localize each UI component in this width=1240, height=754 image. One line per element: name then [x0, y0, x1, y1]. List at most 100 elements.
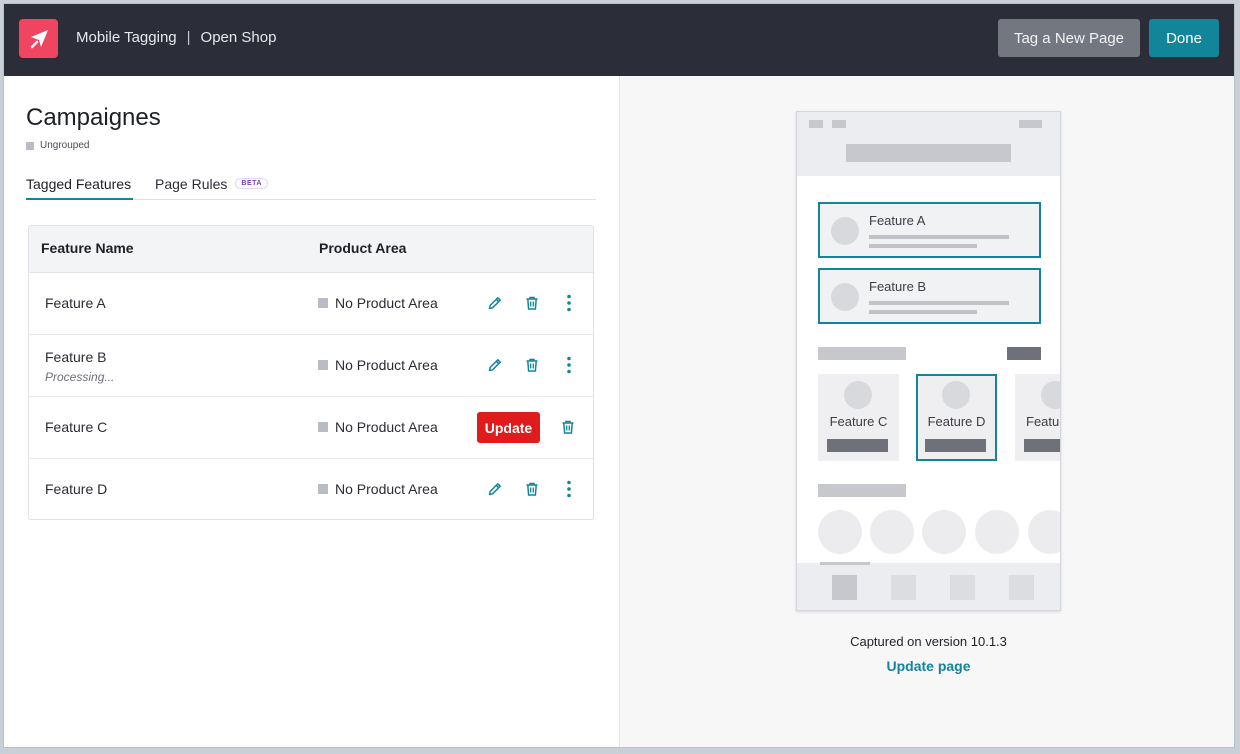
- more-options-icon[interactable]: [559, 355, 579, 375]
- preview-line-placeholder: [869, 235, 1009, 239]
- update-feature-button[interactable]: Update: [477, 412, 540, 443]
- feature-status: Processing...: [45, 370, 115, 384]
- feature-name: Feature D: [45, 481, 108, 497]
- group-label: Ungrouped: [26, 140, 89, 151]
- preview-tile-label: Featu: [1026, 414, 1060, 429]
- preview-circle-placeholder: [975, 510, 1019, 554]
- logo-icon: [30, 29, 48, 48]
- preview-nav-icon: [891, 575, 916, 600]
- column-header-product-area: Product Area: [319, 240, 407, 256]
- table-row: Feature C No Product Area Update: [29, 397, 593, 459]
- more-options-icon[interactable]: [559, 479, 579, 499]
- preview-title-placeholder: [846, 144, 1011, 162]
- product-area: No Product Area: [318, 481, 438, 497]
- edit-icon[interactable]: [485, 355, 505, 375]
- preview-placeholder: [1019, 120, 1042, 128]
- breadcrumb: Mobile Tagging | Open Shop: [76, 29, 276, 46]
- table-row: Feature D No Product Area: [29, 459, 593, 519]
- preview-tile-label: Feature C: [829, 414, 888, 429]
- tab-tagged-features[interactable]: Tagged Features: [26, 176, 134, 200]
- preview-line-placeholder: [869, 244, 977, 248]
- update-page-link[interactable]: Update page: [620, 658, 1234, 674]
- preview-circle-placeholder: [870, 510, 914, 554]
- breadcrumb-app-name: Mobile Tagging: [76, 29, 177, 46]
- preview-button-placeholder: [925, 439, 986, 452]
- product-area-label: No Product Area: [335, 295, 438, 311]
- product-area-label: No Product Area: [335, 419, 438, 435]
- preview-card-label: Feature B: [869, 279, 927, 294]
- group-color-swatch: [26, 141, 34, 150]
- preview-placeholder: [832, 120, 846, 128]
- product-area: No Product Area: [318, 357, 438, 373]
- preview-circle-placeholder: [818, 510, 862, 554]
- features-panel: Campaignes Ungrouped Tagged Features Pag…: [4, 76, 619, 747]
- preview-placeholder: [809, 120, 823, 128]
- preview-tab-bar: [797, 562, 1060, 610]
- preview-feature-tile[interactable]: Feature C: [818, 374, 899, 461]
- breadcrumb-separator: |: [186, 29, 191, 46]
- preview-feature-tile[interactable]: Feature D: [916, 374, 997, 461]
- product-area-swatch: [318, 360, 328, 370]
- table-row: Feature B Processing... No Product Area: [29, 335, 593, 397]
- preview-line-placeholder: [869, 301, 1009, 305]
- preview-nav-icon: [832, 575, 857, 600]
- trash-icon[interactable]: [522, 355, 542, 375]
- preview-button-placeholder: [1024, 439, 1060, 452]
- trash-icon[interactable]: [558, 417, 578, 437]
- preview-avatar-placeholder: [831, 217, 859, 245]
- preview-circle-placeholder: [922, 510, 966, 554]
- tab-page-rules[interactable]: Page Rules BETA: [155, 176, 268, 200]
- product-area-label: No Product Area: [335, 357, 438, 373]
- page-preview-panel: Feature A Feature B Feature C Feature D: [619, 76, 1234, 747]
- feature-name: Feature B: [45, 349, 107, 365]
- tag-new-page-button[interactable]: Tag a New Page: [998, 19, 1140, 57]
- features-table: Feature Name Product Area Feature A No P…: [28, 225, 594, 520]
- edit-icon[interactable]: [485, 479, 505, 499]
- preview-tile-label: Feature D: [927, 414, 986, 429]
- tab-page-rules-label: Page Rules: [155, 176, 228, 192]
- preview-status-bar: [797, 112, 1060, 176]
- tab-bar: Tagged Features Page Rules BETA: [26, 176, 596, 200]
- preview-feature-card[interactable]: Feature A: [818, 202, 1041, 258]
- captured-version-text: Captured on version 10.1.3: [850, 634, 1007, 649]
- preview-tab-indicator: [820, 562, 870, 565]
- table-header: Feature Name Product Area: [29, 226, 593, 273]
- preview-avatar-placeholder: [844, 381, 872, 409]
- more-options-icon[interactable]: [559, 293, 579, 313]
- feature-name: Feature A: [45, 295, 106, 311]
- feature-name: Feature C: [45, 419, 108, 435]
- table-row: Feature A No Product Area: [29, 273, 593, 335]
- preview-nav-icon: [950, 575, 975, 600]
- product-area-label: No Product Area: [335, 481, 438, 497]
- preview-card-label: Feature A: [869, 213, 926, 228]
- app-window: Mobile Tagging | Open Shop Tag a New Pag…: [3, 3, 1235, 748]
- product-area: No Product Area: [318, 419, 438, 435]
- preview-section-heading-placeholder: [818, 484, 906, 497]
- page-title: Campaignes: [26, 104, 161, 131]
- done-button[interactable]: Done: [1149, 19, 1219, 57]
- top-bar: Mobile Tagging | Open Shop Tag a New Pag…: [4, 4, 1234, 76]
- column-header-feature-name: Feature Name: [41, 240, 134, 256]
- product-area-swatch: [318, 484, 328, 494]
- preview-avatar-placeholder: [831, 283, 859, 311]
- preview-avatar-placeholder: [1041, 381, 1060, 409]
- preview-avatar-placeholder: [942, 381, 970, 409]
- preview-nav-icon: [1009, 575, 1034, 600]
- preview-section-heading-placeholder: [818, 347, 906, 360]
- preview-feature-tile[interactable]: Featu: [1015, 374, 1060, 461]
- product-area-swatch: [318, 422, 328, 432]
- preview-link-placeholder: [1007, 347, 1041, 360]
- preview-feature-card[interactable]: Feature B: [818, 268, 1041, 324]
- preview-button-placeholder: [827, 439, 888, 452]
- trash-icon[interactable]: [522, 479, 542, 499]
- trash-icon[interactable]: [522, 293, 542, 313]
- preview-line-placeholder: [869, 310, 977, 314]
- edit-icon[interactable]: [485, 293, 505, 313]
- group-name: Ungrouped: [40, 140, 90, 151]
- beta-badge: BETA: [235, 178, 268, 189]
- breadcrumb-app-title: Open Shop: [200, 29, 277, 46]
- preview-circle-placeholder: [1028, 510, 1060, 554]
- product-area: No Product Area: [318, 295, 438, 311]
- product-area-swatch: [318, 298, 328, 308]
- phone-screenshot-preview: Feature A Feature B Feature C Feature D: [796, 111, 1061, 611]
